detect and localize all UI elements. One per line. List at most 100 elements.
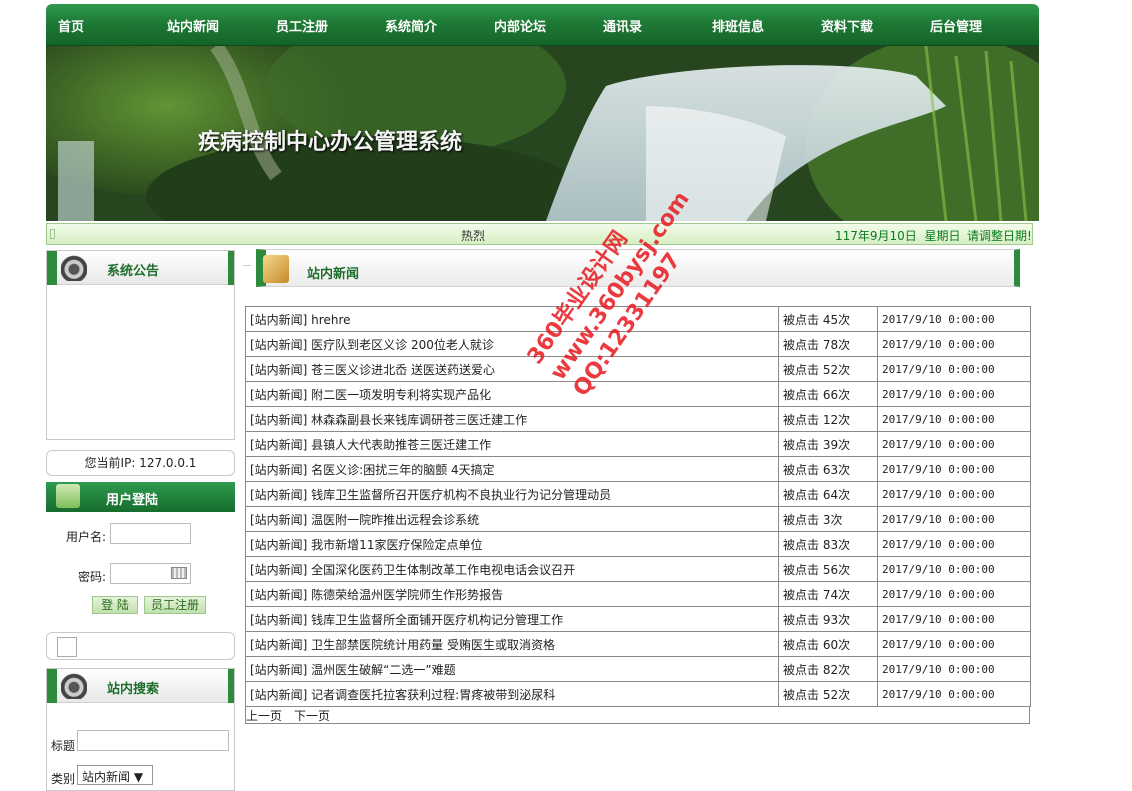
news-date: 2017/9/10 0:00:00 xyxy=(877,481,1031,507)
table-row: [站内新闻] 钱库卫生监督所全面铺开医疗机构记分管理工作 被点击 93次 2017/… xyxy=(245,606,1031,632)
pager: 上一页 下一页 xyxy=(245,706,1030,724)
click-count: 被点击 3次 xyxy=(778,506,878,532)
search-title-label: 标题 xyxy=(51,739,76,753)
nav-about[interactable]: 系统简介 xyxy=(385,16,494,35)
username-label: 用户名: xyxy=(65,530,106,544)
table-row: [站内新闻] 卫生部禁医院统计用药量 受贿医生或取消资格 被点击 60次 2017/… xyxy=(245,631,1031,657)
click-count: 被点击 66次 xyxy=(778,381,878,407)
nav-forum[interactable]: 内部论坛 xyxy=(494,16,603,35)
news-date: 2017/9/10 0:00:00 xyxy=(877,406,1031,432)
table-row: [站内新闻] 全国深化医药卫生体制改革工作电视电话会议召开 被点击 56次 2017… xyxy=(245,556,1031,582)
table-row: [站内新闻] 记者调查医托拉客获利过程:胃疼被带到泌尿科 被点击 52次 2017/… xyxy=(245,681,1031,707)
nav-downloads[interactable]: 资料下载 xyxy=(821,16,930,35)
nav-home[interactable]: 首页 xyxy=(58,16,167,35)
status-bar: 热烈 117年9月10日 星期日 请调整日期! xyxy=(46,223,1033,245)
blank-panel xyxy=(46,632,235,660)
search-header: 站内搜索 xyxy=(47,669,234,703)
click-count: 被点击 64次 xyxy=(778,481,878,507)
news-panel: 站内新闻 [站内新闻] hrehre 被点击 45次 2017/9/10 0:00:… xyxy=(243,247,1033,725)
news-title-link[interactable]: [站内新闻] 卫生部禁医院统计用药量 受贿医生或取消资格 xyxy=(245,631,779,657)
click-count: 被点击 39次 xyxy=(778,431,878,457)
news-date: 2017/9/10 0:00:00 xyxy=(877,381,1031,407)
speaker-icon xyxy=(61,255,87,281)
click-count: 被点击 78次 xyxy=(778,331,878,357)
news-title-link[interactable]: [站内新闻] 林森森副县长来钱库调研苍三医迁建工作 xyxy=(245,406,779,432)
news-title-link[interactable]: [站内新闻] 附二医一项发明专利将实现产品化 xyxy=(245,381,779,407)
news-title-link[interactable]: [站内新闻] 名医义诊:困扰三年的脑颤 4天搞定 xyxy=(245,456,779,482)
news-date: 2017/9/10 0:00:00 xyxy=(877,506,1031,532)
search-panel: 站内搜索 标题 类别 站内新闻 ▼ xyxy=(46,668,235,791)
top-nav: 首页 站内新闻 员工注册 系统简介 内部论坛 通讯录 排班信息 资料下载 后台管… xyxy=(46,4,1039,46)
click-count: 被点击 45次 xyxy=(778,306,878,332)
table-row: [站内新闻] 我市新增11家医疗保险定点单位 被点击 83次 2017/9/10 0… xyxy=(245,531,1031,557)
search-category-label: 类别 xyxy=(51,772,76,786)
news-table: [站内新闻] hrehre 被点击 45次 2017/9/10 0:00:00 [站内… xyxy=(245,306,1031,707)
news-date: 2017/9/10 0:00:00 xyxy=(877,631,1031,657)
prev-page-link[interactable]: 上一页 xyxy=(246,707,282,724)
news-title-link[interactable]: [站内新闻] 我市新增11家医疗保险定点单位 xyxy=(245,531,779,557)
table-row: [站内新闻] 附二医一项发明专利将实现产品化 被点击 66次 2017/9/10 0… xyxy=(245,381,1031,407)
nav-admin[interactable]: 后台管理 xyxy=(930,16,1039,35)
table-row: [站内新闻] 苍三医义诊进北岙 送医送药送爱心 被点击 52次 2017/9/10 … xyxy=(245,356,1031,382)
user-icon xyxy=(56,484,80,508)
username-input[interactable] xyxy=(110,523,191,544)
banner: 疾病控制中心办公管理系统 xyxy=(46,46,1039,221)
next-page-link[interactable]: 下一页 xyxy=(294,707,330,724)
news-title-link[interactable]: [站内新闻] 医疗队到老区义诊 200位老人就诊 xyxy=(245,331,779,357)
keyboard-icon[interactable] xyxy=(171,567,187,579)
table-row: [站内新闻] 钱库卫生监督所召开医疗机构不良执业行为记分管理动员 被点击 64次 2… xyxy=(245,481,1031,507)
register-button[interactable]: 员工注册 xyxy=(144,596,206,614)
news-date: 2017/9/10 0:00:00 xyxy=(877,581,1031,607)
table-row: [站内新闻] 医疗队到老区义诊 200位老人就诊 被点击 78次 2017/9/10… xyxy=(245,331,1031,357)
status-left-mark xyxy=(50,229,55,239)
search-category-select[interactable]: 站内新闻 ▼ xyxy=(77,765,153,785)
login-panel: 用户登陆 用户名: 密码: 登 陆 员工注册 xyxy=(46,482,235,622)
news-title-link[interactable]: [站内新闻] 温州医生破解“二选一”难题 xyxy=(245,656,779,682)
news-title-link[interactable]: [站内新闻] 全国深化医药卫生体制改革工作电视电话会议召开 xyxy=(245,556,779,582)
table-row: [站内新闻] 名医义诊:困扰三年的脑颤 4天搞定 被点击 63次 2017/9/10… xyxy=(245,456,1031,482)
click-count: 被点击 63次 xyxy=(778,456,878,482)
adjust-date-notice: 请调整日期! xyxy=(967,229,1032,243)
table-row: [站内新闻] 陈德荣给温州医学院师生作形势报告 被点击 74次 2017/9/10 … xyxy=(245,581,1031,607)
news-title-link[interactable]: [站内新闻] 钱库卫生监督所全面铺开医疗机构记分管理工作 xyxy=(245,606,779,632)
news-title-link[interactable]: [站内新闻] 县镇人大代表助推苍三医迁建工作 xyxy=(245,431,779,457)
click-count: 被点击 60次 xyxy=(778,631,878,657)
search-title-input[interactable] xyxy=(77,730,229,751)
news-title-link[interactable]: [站内新闻] 记者调查医托拉客获利过程:胃疼被带到泌尿科 xyxy=(245,681,779,707)
click-count: 被点击 52次 xyxy=(778,356,878,382)
table-row: [站内新闻] 温医附一院昨推出远程会诊系统 被点击 3次 2017/9/10 0:0… xyxy=(245,506,1031,532)
marquee-text: 热烈 xyxy=(461,229,486,243)
newspaper-icon xyxy=(263,255,289,283)
news-title-link[interactable]: [站内新闻] 苍三医义诊进北岙 送医送药送爱心 xyxy=(245,356,779,382)
click-count: 被点击 56次 xyxy=(778,556,878,582)
news-date: 2017/9/10 0:00:00 xyxy=(877,681,1031,707)
news-title-link[interactable]: [站内新闻] 陈德荣给温州医学院师生作形势报告 xyxy=(245,581,779,607)
news-header: 站内新闻 xyxy=(243,247,1033,291)
table-row: [站内新闻] 林森森副县长来钱库调研苍三医迁建工作 被点击 12次 2017/9/1… xyxy=(245,406,1031,432)
nav-news[interactable]: 站内新闻 xyxy=(167,16,276,35)
news-date: 2017/9/10 0:00:00 xyxy=(877,356,1031,382)
nav-schedule[interactable]: 排班信息 xyxy=(712,16,821,35)
password-label: 密码: xyxy=(77,570,106,584)
nav-register[interactable]: 员工注册 xyxy=(276,16,385,35)
news-title-link[interactable]: [站内新闻] 温医附一院昨推出远程会诊系统 xyxy=(245,506,779,532)
news-title-link[interactable]: [站内新闻] hrehre xyxy=(245,306,779,332)
search-title: 站内搜索 xyxy=(107,682,160,697)
nav-contacts[interactable]: 通讯录 xyxy=(603,16,712,35)
click-count: 被点击 52次 xyxy=(778,681,878,707)
news-date: 2017/9/10 0:00:00 xyxy=(877,606,1031,632)
announcement-panel: 系统公告 xyxy=(46,250,235,440)
placeholder-image xyxy=(57,637,77,657)
login-header: 用户登陆 xyxy=(46,482,235,512)
table-row: [站内新闻] 县镇人大代表助推苍三医迁建工作 被点击 39次 2017/9/10 0… xyxy=(245,431,1031,457)
banner-title: 疾病控制中心办公管理系统 xyxy=(198,129,463,155)
news-title-link[interactable]: [站内新闻] 钱库卫生监督所召开医疗机构不良执业行为记分管理动员 xyxy=(245,481,779,507)
click-count: 被点击 82次 xyxy=(778,656,878,682)
click-count: 被点击 93次 xyxy=(778,606,878,632)
date-display: 117年9月10日 星期日 xyxy=(835,229,961,243)
login-button[interactable]: 登 陆 xyxy=(92,596,138,614)
login-title: 用户登陆 xyxy=(106,493,159,508)
news-date: 2017/9/10 0:00:00 xyxy=(877,456,1031,482)
news-date: 2017/9/10 0:00:00 xyxy=(877,306,1031,332)
page: 首页 站内新闻 员工注册 系统简介 内部论坛 通讯录 排班信息 资料下载 后台管… xyxy=(46,4,1039,791)
